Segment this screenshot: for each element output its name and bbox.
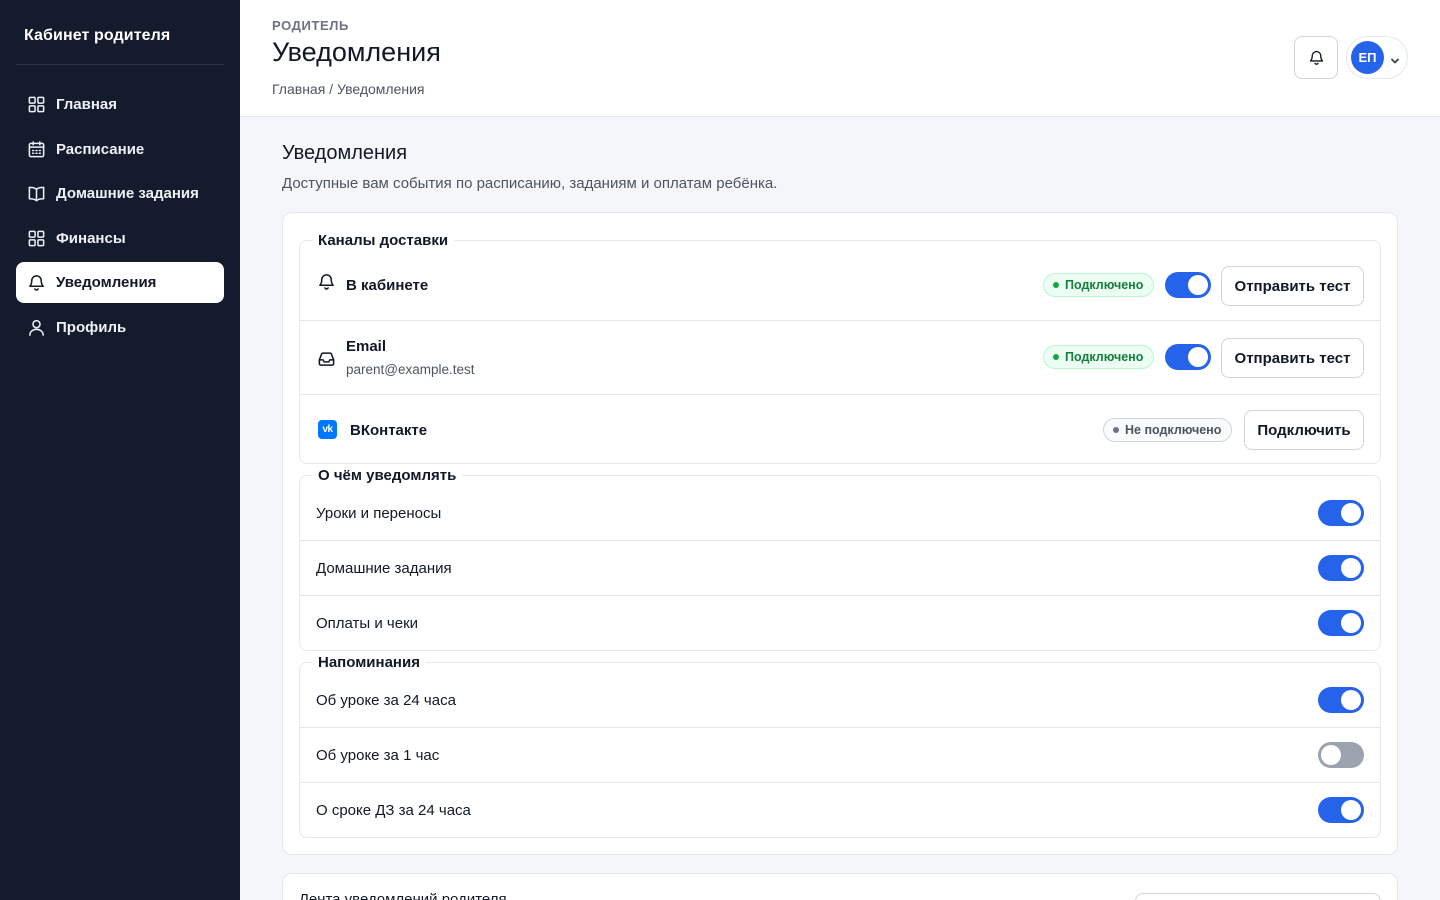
topics-legend: О чём уведомлять	[312, 467, 463, 485]
book-icon	[26, 184, 46, 204]
channel-row-email: Email parent@example.test Подключено Отп…	[300, 321, 1380, 395]
inbox-icon	[316, 348, 336, 368]
chevron-down-icon	[1390, 53, 1400, 63]
user-icon	[26, 317, 46, 337]
sidebar-item-profile[interactable]: Профиль	[16, 307, 224, 348]
status-badge-label: Подключено	[1065, 350, 1144, 364]
channel-name: Email	[346, 338, 387, 355]
breadcrumb: Главная / Уведомления	[272, 81, 425, 97]
channels-group: Каналы доставки В кабинете Подключено От…	[299, 232, 1381, 465]
channel-toggle-cabinet[interactable]	[1165, 272, 1211, 298]
notifications-button[interactable]	[1294, 36, 1338, 79]
topic-toggle[interactable]	[1318, 610, 1364, 636]
reminder-toggle[interactable]	[1318, 797, 1364, 823]
section-title: Уведомления	[282, 142, 408, 164]
toggle-knob	[1341, 690, 1361, 710]
sidebar-item-home[interactable]: Главная	[16, 84, 224, 125]
topic-row: Уроки и переносы	[300, 486, 1380, 541]
reminder-label: О сроке ДЗ за 24 часа	[316, 802, 471, 819]
toggle-knob	[1341, 503, 1361, 523]
sidebar-item-schedule[interactable]: Расписание	[16, 129, 224, 170]
role-eyebrow: РОДИТЕЛЬ	[272, 18, 349, 33]
page-title: Уведомления	[272, 37, 441, 67]
topic-label: Домашние задания	[316, 559, 452, 577]
sidebar-item-label: Главная	[56, 96, 118, 113]
sidebar-item-notifications[interactable]: Уведомления	[16, 262, 224, 303]
reminders-group: Напоминания Об уроке за 24 часа Об уроке…	[299, 654, 1381, 838]
channel-name: ВКонтакте	[350, 422, 428, 439]
send-test-button[interactable]: Отправить тест	[1221, 266, 1364, 306]
reminders-legend: Напоминания	[312, 654, 426, 672]
feed-title: Лента уведомлений родителя	[299, 891, 507, 900]
vk-icon: vk	[318, 420, 337, 439]
reminder-toggle[interactable]	[1318, 742, 1364, 768]
topic-row: Домашние задания	[300, 541, 1380, 596]
connect-button[interactable]: Подключить	[1244, 410, 1364, 450]
bell-icon	[26, 273, 46, 293]
channel-name: В кабинете	[346, 277, 429, 294]
sidebar-item-label: Профиль	[56, 318, 127, 336]
brand-title: Кабинет родителя	[24, 27, 171, 44]
topic-toggle[interactable]	[1318, 500, 1364, 526]
reminder-label: Об уроке за 1 час	[316, 746, 440, 764]
toggle-knob	[1188, 347, 1208, 367]
grid-icon	[26, 95, 46, 115]
bell-icon	[1308, 49, 1325, 66]
toggle-knob	[1341, 613, 1361, 633]
reminder-row: Об уроке за 1 час	[300, 728, 1380, 783]
brand-divider	[16, 64, 224, 65]
calendar-icon	[26, 139, 46, 159]
sidebar-item-label: Расписание	[56, 140, 145, 158]
topic-row: Оплаты и чеки	[300, 596, 1380, 651]
grid-icon	[26, 228, 46, 248]
channel-email-address: parent@example.test	[346, 362, 475, 377]
topic-toggle[interactable]	[1318, 555, 1364, 581]
avatar: ЕП	[1351, 41, 1384, 74]
sidebar-item-finance[interactable]: Финансы	[16, 218, 224, 259]
toggle-knob	[1341, 800, 1361, 820]
send-test-button[interactable]: Отправить тест	[1221, 338, 1364, 378]
toggle-knob	[1188, 275, 1208, 295]
channel-row-cabinet: В кабинете Подключено Отправить тест	[300, 241, 1380, 321]
status-badge: Не подключено	[1103, 418, 1233, 442]
status-badge: Подключено	[1043, 273, 1155, 297]
channel-toggle-email[interactable]	[1165, 344, 1211, 370]
status-dot	[1113, 427, 1119, 433]
section-subtitle: Доступные вам события по расписанию, зад…	[282, 175, 778, 192]
reminder-toggle[interactable]	[1318, 687, 1364, 713]
sidebar-item-label: Финансы	[56, 229, 126, 247]
sidebar-item-label: Уведомления	[56, 274, 157, 291]
status-badge-label: Не подключено	[1125, 423, 1222, 437]
sidebar-item-label: Домашние задания	[56, 185, 199, 202]
channel-row-vk: vk ВКонтакте Не подключено Подключить	[300, 395, 1380, 465]
user-menu-button[interactable]: ЕП	[1346, 36, 1408, 79]
topics-group: О чём уведомлять Уроки и переносы Домашн…	[299, 467, 1381, 651]
status-dot	[1053, 282, 1059, 288]
reminder-row: О сроке ДЗ за 24 часа	[300, 783, 1380, 838]
topic-label: Уроки и переносы	[316, 504, 442, 522]
status-badge: Подключено	[1043, 345, 1155, 369]
page-header: РОДИТЕЛЬ Уведомления Главная / Уведомлен…	[240, 0, 1440, 117]
notification-feed-card: Лента уведомлений родителя	[282, 873, 1398, 900]
sidebar: Кабинет родителя Главная Расписание Дома…	[0, 0, 240, 900]
toggle-knob	[1321, 745, 1341, 765]
toggle-knob	[1341, 558, 1361, 578]
status-badge-label: Подключено	[1065, 278, 1144, 292]
reminder-row: Об уроке за 24 часа	[300, 673, 1380, 728]
sidebar-item-homework[interactable]: Домашние задания	[16, 173, 224, 214]
feed-filter-control[interactable]	[1135, 893, 1381, 900]
bell-icon	[316, 271, 336, 291]
reminder-label: Об уроке за 24 часа	[316, 691, 456, 709]
status-dot	[1053, 354, 1059, 360]
topic-label: Оплаты и чеки	[316, 615, 419, 632]
sidebar-nav: Главная Расписание Домашние задания Фина…	[16, 84, 224, 351]
